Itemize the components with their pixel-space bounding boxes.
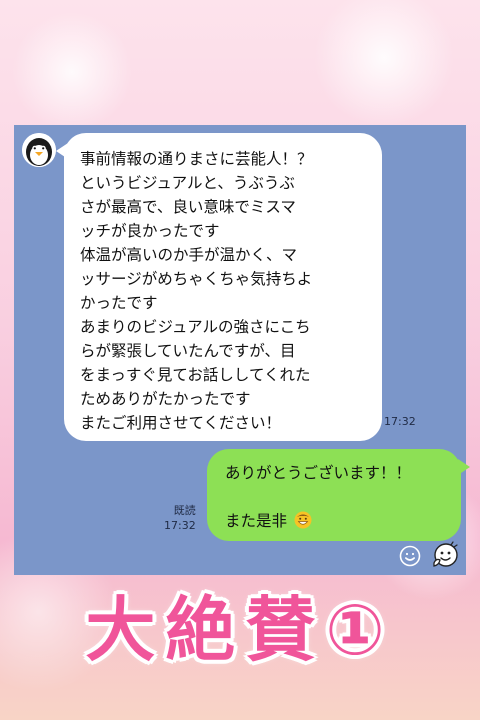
reply-line-with-emoji: また是非 [225,509,447,533]
sticker-icon[interactable] [430,541,460,571]
message-line: というビジュアルと、うぶうぶ [80,174,295,192]
message-line: をまっすぐ見てお話ししてくれた [80,366,311,384]
message-line: ためありがたかったです [80,390,251,408]
banner-title: 大絶賛① [85,589,395,671]
grinning-emoji-icon [294,511,312,529]
reply-spacer [225,485,447,509]
outgoing-message-time: 17:32 [164,519,196,532]
outgoing-message-bubble[interactable]: ありがとうございます！！ また是非 [207,449,470,541]
message-line: 体温が高いのか手が温かく、マ [80,246,298,264]
message-line: 事前情報の通りまさに芸能人！？ [80,150,313,168]
chat-screen: 事前情報の通りまさに芸能人！？ というビジュアルと、うぶうぶ さが最高で、良い意… [14,125,470,575]
read-receipt: 既読 17:32 [164,503,196,533]
incoming-message-bubble[interactable]: 事前情報の通りまさに芸能人！？ というビジュアルと、うぶうぶ さが最高で、良い意… [56,133,382,441]
title-banner: 大絶賛① [0,582,480,682]
message-line: またご利用させてください！ [80,414,282,432]
reply-text: また是非 [225,512,288,530]
message-line: らが緊張していたんですが、目 [80,342,296,360]
message-line: さが最高で、良い意味でミスマ [80,198,296,216]
smiley-icon[interactable] [399,545,421,567]
message-line: あまりのビジュアルの強さにこち [80,318,311,336]
penguin-avatar-icon[interactable] [22,133,56,167]
read-label: 既読 [173,504,196,517]
message-line: ッサージがめちゃくちゃ気持ちよ [80,270,313,288]
message-line: かったです [80,294,158,312]
reply-line: ありがとうございます！！ [225,464,412,482]
message-line: ッチが良かったです [80,222,220,240]
incoming-message-time: 17:32 [384,415,416,428]
